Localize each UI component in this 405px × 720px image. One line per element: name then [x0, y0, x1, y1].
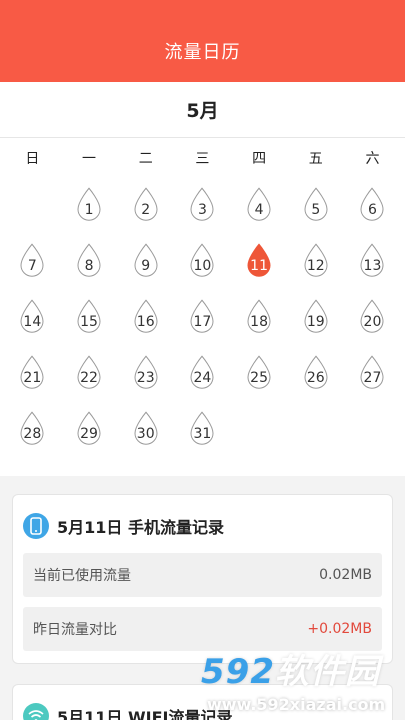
calendar-day[interactable]: 12 [287, 234, 344, 290]
empty-day-cell [4, 178, 61, 234]
calendar-day-selected[interactable]: 11 [231, 234, 288, 290]
calendar-day[interactable]: 31 [174, 402, 231, 458]
watermark-url: www.592xiazai.com [207, 695, 386, 714]
day-number: 1 [84, 202, 94, 218]
day-number: 7 [27, 258, 37, 274]
day-number: 6 [368, 202, 377, 218]
calendar-day[interactable]: 6 [344, 178, 401, 234]
wifi-icon [23, 703, 49, 720]
day-number: 29 [80, 426, 98, 442]
used-traffic-label: 当前已使用流量 [33, 568, 131, 584]
day-number: 17 [193, 314, 212, 330]
mobile-card-title: 5月11日 手机流量记录 [57, 518, 224, 537]
calendar-day[interactable]: 7 [4, 234, 61, 290]
weekday-label: 二 [138, 151, 153, 167]
day-number: 12 [306, 258, 325, 274]
calendar: 日一二三四五六 1 2 3 4 5 6 7 8 9 10 11 12 13 14 15 16 17 18 19 20 2… [0, 138, 405, 476]
day-number: 31 [193, 426, 212, 442]
day-number: 9 [141, 258, 151, 274]
calendar-day[interactable]: 28 [4, 402, 61, 458]
day-number: 21 [23, 370, 42, 386]
used-traffic-value: 0.02MB [319, 567, 372, 583]
calendar-day[interactable]: 2 [117, 178, 174, 234]
calendar-day[interactable]: 4 [231, 178, 288, 234]
phone-icon [23, 513, 49, 539]
card-header: 5月11日 手机流量记录 [23, 509, 382, 543]
app-header: 流量日历 [0, 0, 405, 82]
calendar-day[interactable]: 22 [61, 346, 118, 402]
day-number: 19 [306, 314, 325, 330]
day-number: 20 [363, 314, 382, 330]
calendar-day[interactable]: 29 [61, 402, 118, 458]
day-number: 2 [141, 202, 151, 218]
calendar-day[interactable]: 25 [231, 346, 288, 402]
calendar-day[interactable]: 17 [174, 290, 231, 346]
day-number: 10 [193, 258, 212, 274]
page-title: 流量日历 [164, 42, 241, 63]
day-number: 5 [311, 202, 321, 218]
calendar-day[interactable]: 3 [174, 178, 231, 234]
weekday-label: 五 [308, 151, 323, 167]
calendar-day[interactable]: 16 [117, 290, 174, 346]
day-number: 22 [80, 370, 98, 386]
day-number: 14 [23, 314, 42, 330]
calendar-day[interactable]: 5 [287, 178, 344, 234]
month-bar: 5月 [0, 82, 405, 138]
day-number: 30 [136, 426, 155, 442]
calendar-day[interactable]: 19 [287, 290, 344, 346]
weekday-label: 日 [25, 151, 40, 167]
weekday-label: 六 [365, 151, 380, 167]
day-number: 25 [250, 370, 268, 386]
day-number: 8 [84, 258, 94, 274]
calendar-day[interactable]: 23 [117, 346, 174, 402]
weekday-label: 三 [195, 151, 210, 167]
calendar-grid: 1 2 3 4 5 6 7 8 9 10 11 12 13 14 15 16 17 18 19 20 21 22 23 24 2… [4, 178, 401, 458]
calendar-day[interactable]: 9 [117, 234, 174, 290]
month-title: 5月 [186, 100, 219, 122]
calendar-day[interactable]: 1 [61, 178, 118, 234]
calendar-day[interactable]: 30 [117, 402, 174, 458]
watermark-brand: 592软件园 [201, 652, 380, 692]
day-number: 18 [250, 314, 268, 330]
day-number: 24 [193, 370, 212, 386]
day-number: 23 [136, 370, 155, 386]
weekday-row: 日一二三四五六 [4, 138, 401, 178]
mobile-usage-card: 5月11日 手机流量记录 当前已使用流量 0.02MB 昨日流量对比 +0.02… [12, 494, 393, 664]
yesterday-compare-value: +0.02MB [307, 621, 372, 637]
day-number: 11 [250, 258, 268, 274]
weekday-label: 一 [82, 151, 97, 167]
day-number: 4 [254, 202, 264, 218]
yesterday-compare-label: 昨日流量对比 [33, 622, 117, 638]
calendar-day[interactable]: 15 [61, 290, 118, 346]
calendar-day[interactable]: 13 [344, 234, 401, 290]
day-number: 28 [23, 426, 42, 442]
calendar-day[interactable]: 20 [344, 290, 401, 346]
calendar-day[interactable]: 10 [174, 234, 231, 290]
calendar-day[interactable]: 24 [174, 346, 231, 402]
calendar-day[interactable]: 8 [61, 234, 118, 290]
day-number: 26 [306, 370, 325, 386]
day-number: 3 [197, 202, 207, 218]
calendar-day[interactable]: 21 [4, 346, 61, 402]
calendar-day[interactable]: 14 [4, 290, 61, 346]
day-number: 27 [363, 370, 382, 386]
calendar-day[interactable]: 26 [287, 346, 344, 402]
watermark-logo: 592软件园 www.592xiazai.com [201, 644, 401, 718]
calendar-day[interactable]: 27 [344, 346, 401, 402]
day-number: 13 [363, 258, 382, 274]
weekday-label: 四 [252, 151, 267, 167]
used-traffic-row: 当前已使用流量 0.02MB [23, 553, 382, 597]
day-number: 15 [80, 314, 98, 330]
calendar-day[interactable]: 18 [231, 290, 288, 346]
day-number: 16 [136, 314, 155, 330]
